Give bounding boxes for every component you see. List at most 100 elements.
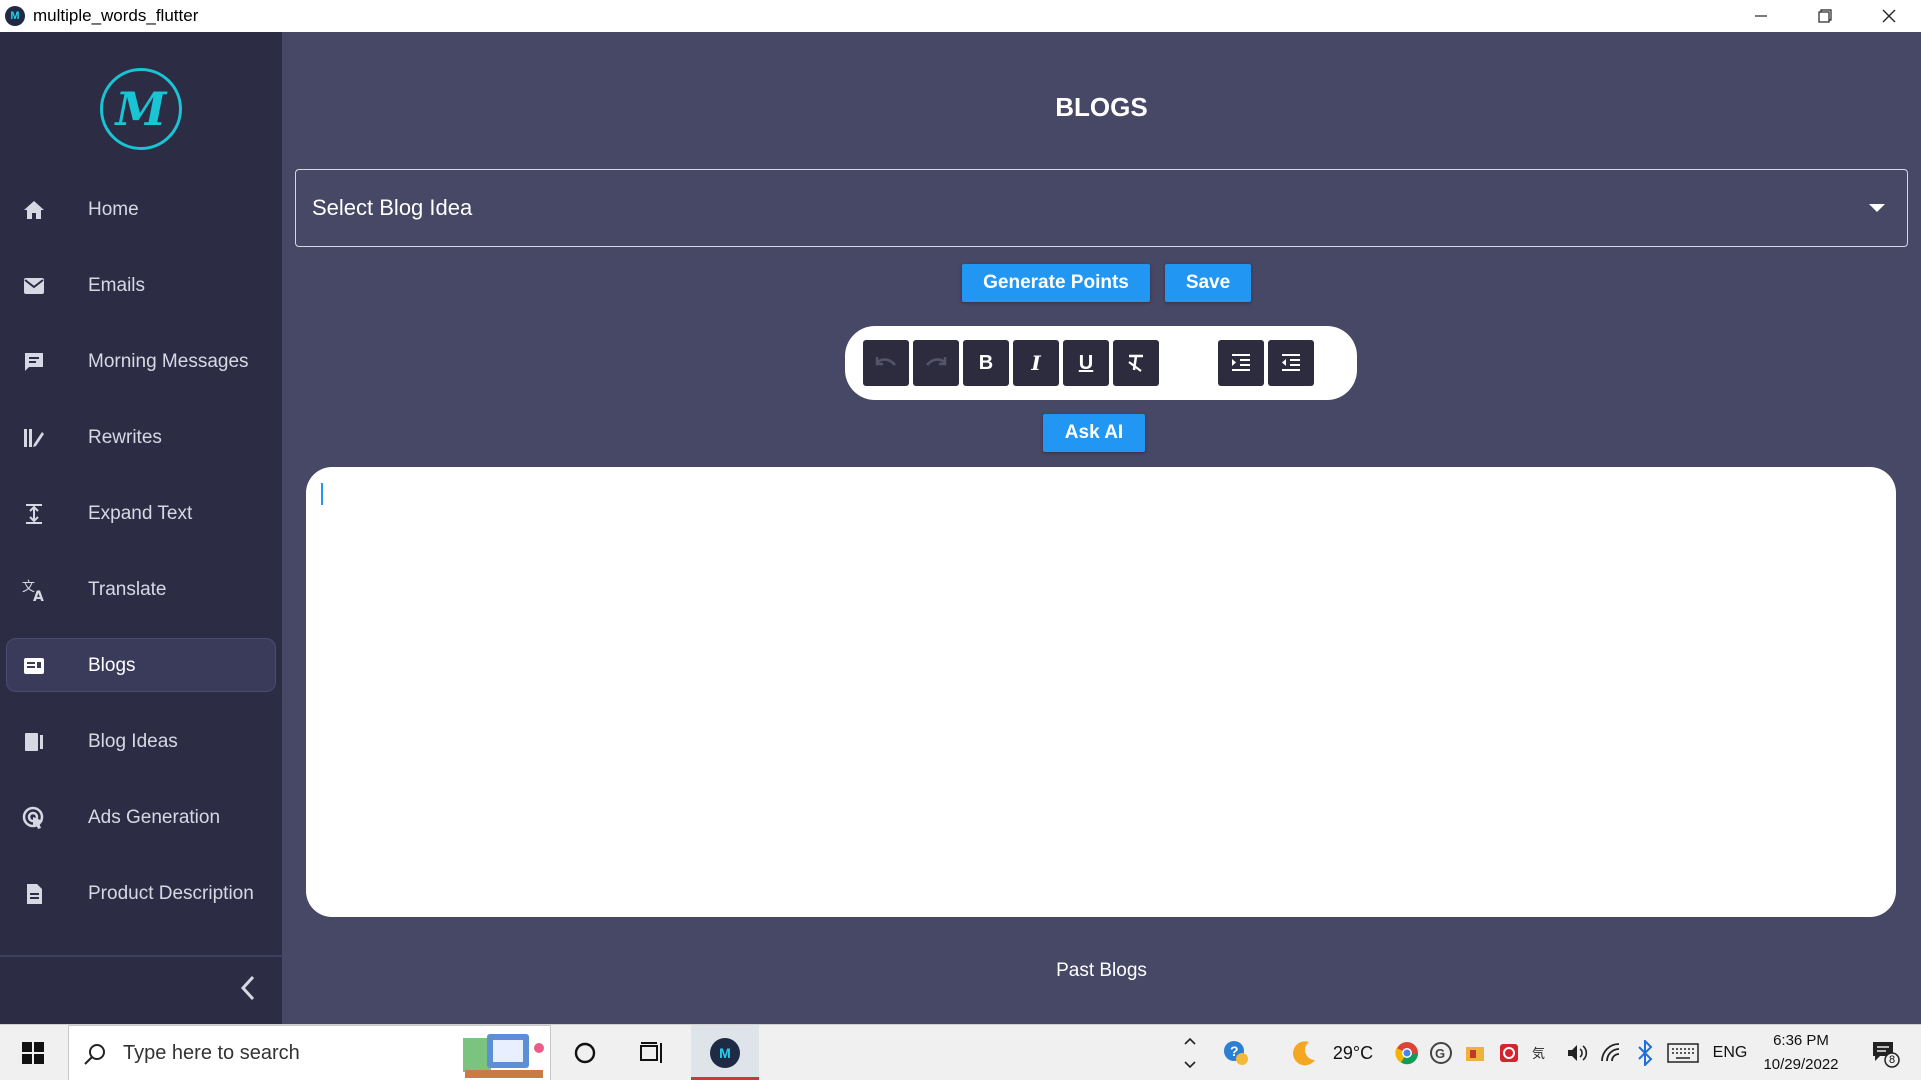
help-tray-icon[interactable]: ? bbox=[1218, 1025, 1254, 1080]
tray-box-icon bbox=[1466, 1047, 1484, 1061]
sidebar-item-blog-ideas[interactable]: Blog Ideas bbox=[0, 704, 282, 780]
text-cursor bbox=[321, 483, 323, 505]
blog-idea-select[interactable]: Select Blog Idea bbox=[295, 169, 1908, 247]
task-view-icon bbox=[640, 1042, 662, 1063]
sidebar-item-label: Home bbox=[88, 199, 139, 220]
sidebar-item-label: Product Description bbox=[88, 883, 254, 904]
language-text: ENG bbox=[1712, 1044, 1748, 1061]
search-highlight-illustration-icon bbox=[463, 1034, 544, 1078]
dropdown-arrow-icon bbox=[1869, 204, 1885, 212]
svg-text:A: A bbox=[33, 589, 44, 603]
volume-tray-icon[interactable] bbox=[1560, 1025, 1594, 1080]
windows-taskbar: Type here to search M ? 29°C G 気 ENG 6:3… bbox=[0, 1024, 1921, 1080]
cortana-icon bbox=[574, 1042, 596, 1064]
restore-icon[interactable] bbox=[1793, 0, 1857, 32]
wifi-icon bbox=[1601, 1043, 1620, 1062]
outdent-button[interactable] bbox=[1268, 340, 1314, 386]
sidebar-item-translate[interactable]: 文A Translate bbox=[0, 552, 282, 628]
chrome-tray-icon[interactable] bbox=[1390, 1025, 1424, 1080]
ask-ai-button[interactable]: Ask AI bbox=[1043, 414, 1145, 452]
volume-icon bbox=[1568, 1045, 1588, 1061]
outdent-icon bbox=[1282, 354, 1300, 371]
chrome-icon bbox=[1395, 1042, 1419, 1065]
keyboard-tray-icon[interactable] bbox=[1662, 1025, 1704, 1080]
sidebar-item-product-description[interactable]: Product Description bbox=[0, 856, 282, 932]
tray-app-icon-1[interactable] bbox=[1458, 1025, 1492, 1080]
window-controls bbox=[1729, 0, 1921, 32]
ime-icon: 気 bbox=[1532, 1046, 1545, 1062]
sidebar-item-label: Expand Text bbox=[88, 503, 193, 524]
input-method-tray-icon[interactable]: 気 bbox=[1526, 1025, 1560, 1080]
window-title-bar: M multiple_words_flutter bbox=[0, 0, 1921, 32]
temperature-text: 29°C bbox=[1332, 1042, 1374, 1063]
bluetooth-tray-icon[interactable] bbox=[1628, 1025, 1662, 1080]
sidebar-item-morning-messages[interactable]: Morning Messages bbox=[0, 324, 282, 400]
underline-icon: U bbox=[1078, 351, 1094, 374]
bold-icon: B bbox=[978, 351, 994, 374]
taskbar-app-multiple-words[interactable]: M bbox=[691, 1025, 759, 1080]
keyboard-icon bbox=[1667, 1043, 1699, 1063]
mail-icon bbox=[20, 272, 48, 300]
weather-temperature[interactable]: 29°C bbox=[1328, 1025, 1378, 1080]
undo-icon bbox=[875, 357, 896, 366]
bluetooth-icon bbox=[1638, 1040, 1653, 1066]
app-logo: M bbox=[100, 68, 182, 150]
minimize-icon[interactable] bbox=[1729, 0, 1793, 32]
sidebar-nav: Home Emails Morning Messages Rewrites Ex… bbox=[0, 172, 282, 932]
svg-text:気: 気 bbox=[1532, 1046, 1545, 1062]
chevron-up-down-icon bbox=[1184, 1037, 1196, 1069]
notifications-button[interactable]: 8 bbox=[1860, 1025, 1910, 1080]
sidebar-item-emails[interactable]: Emails bbox=[0, 248, 282, 324]
windows-icon bbox=[22, 1042, 44, 1064]
sidebar: M Home Emails Morning Messages Rewrites bbox=[0, 32, 282, 1024]
redo-button[interactable] bbox=[913, 340, 959, 386]
italic-icon: I bbox=[1031, 351, 1041, 375]
blog-editor[interactable] bbox=[306, 467, 1896, 917]
notification-icon bbox=[1873, 1042, 1900, 1068]
grammar-icon: G bbox=[1430, 1042, 1452, 1064]
blog-icon bbox=[20, 652, 48, 680]
weather-moon-icon[interactable] bbox=[1284, 1025, 1324, 1080]
cortana-button[interactable] bbox=[557, 1025, 613, 1080]
underline-button[interactable]: U bbox=[1063, 340, 1109, 386]
moon-icon bbox=[1293, 1041, 1315, 1066]
undo-button[interactable] bbox=[863, 340, 909, 386]
page-title: BLOGS bbox=[1055, 92, 1148, 122]
search-icon bbox=[84, 1044, 105, 1065]
sidebar-item-label: Ads Generation bbox=[88, 807, 221, 828]
sidebar-item-rewrites[interactable]: Rewrites bbox=[0, 400, 282, 476]
app-icon: M bbox=[5, 6, 25, 26]
help-icon: ? bbox=[1224, 1041, 1248, 1065]
ads-icon bbox=[20, 804, 48, 832]
editor-toolbar: B I U bbox=[845, 326, 1357, 400]
document-icon bbox=[20, 880, 48, 908]
show-hidden-icons-button[interactable] bbox=[1178, 1025, 1202, 1080]
tray-app-icon-2[interactable] bbox=[1492, 1025, 1526, 1080]
sidebar-item-label: Blog Ideas bbox=[88, 731, 178, 752]
collapse-sidebar-button[interactable] bbox=[232, 972, 264, 1004]
bold-button[interactable]: B bbox=[963, 340, 1009, 386]
language-indicator[interactable]: ENG bbox=[1710, 1025, 1750, 1080]
task-view-button[interactable] bbox=[624, 1025, 680, 1080]
save-button[interactable]: Save bbox=[1165, 264, 1251, 302]
taskbar-clock[interactable]: 6:36 PM 10/29/2022 bbox=[1756, 1029, 1846, 1077]
svg-text:G: G bbox=[1435, 1046, 1445, 1061]
taskbar-search-input[interactable]: Type here to search bbox=[68, 1025, 551, 1080]
clock-time: 6:36 PM bbox=[1773, 1032, 1829, 1049]
start-button[interactable] bbox=[0, 1025, 66, 1080]
grammarly-tray-icon[interactable]: G bbox=[1424, 1025, 1458, 1080]
sidebar-item-label: Morning Messages bbox=[88, 351, 249, 372]
italic-button[interactable]: I bbox=[1013, 340, 1059, 386]
close-icon[interactable] bbox=[1857, 0, 1921, 32]
indent-button[interactable] bbox=[1218, 340, 1264, 386]
sidebar-item-home[interactable]: Home bbox=[0, 172, 282, 248]
sidebar-item-ads-generation[interactable]: Ads Generation bbox=[0, 780, 282, 856]
blog-ideas-icon bbox=[20, 728, 48, 756]
sidebar-item-expand-text[interactable]: Expand Text bbox=[0, 476, 282, 552]
home-icon bbox=[20, 196, 48, 224]
wifi-tray-icon[interactable] bbox=[1594, 1025, 1628, 1080]
notification-count: 8 bbox=[1889, 1054, 1896, 1066]
sidebar-item-blogs[interactable]: Blogs bbox=[0, 628, 282, 704]
generate-points-button[interactable]: Generate Points bbox=[962, 264, 1150, 302]
clear-format-button[interactable] bbox=[1113, 340, 1159, 386]
